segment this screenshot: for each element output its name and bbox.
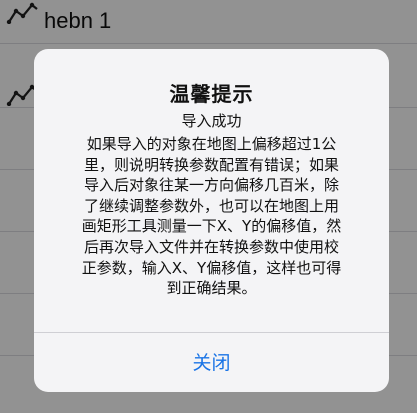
alert-message-line: 到正确结果。 xyxy=(166,279,257,298)
alert-message-line: 正参数，输入X、Y偏移值，这样也可得 xyxy=(81,258,342,277)
alert-message: 如果导入的对象在地图上偏移超过1公 里，则说明转换参数配置有错误；如果 导入后对… xyxy=(48,134,375,299)
alert-dialog: 温馨提示 导入成功 如果导入的对象在地图上偏移超过1公 里，则说明转换参数配置有… xyxy=(34,49,389,392)
alert-message-line: 如果导入的对象在地图上偏移超过1公 xyxy=(86,135,337,153)
alert-message-line: 里，则说明转换参数配置有错误；如果 xyxy=(83,155,339,174)
alert-subtitle: 导入成功 xyxy=(181,112,242,130)
alert-message-line: 后再次导入文件并在转换参数中使用校 xyxy=(83,237,339,256)
alert-message-line: 画矩形工具测量一下X、Y的偏移值，然 xyxy=(81,217,342,236)
alert-message-line: 导入后对象往某一方向偏移几百米，除 xyxy=(83,176,339,195)
alert-title: 温馨提示 xyxy=(169,82,254,106)
alert-message-line: 了继续调整参数外，也可以在地图上用 xyxy=(83,196,339,215)
close-button[interactable]: 关闭 xyxy=(34,333,389,392)
